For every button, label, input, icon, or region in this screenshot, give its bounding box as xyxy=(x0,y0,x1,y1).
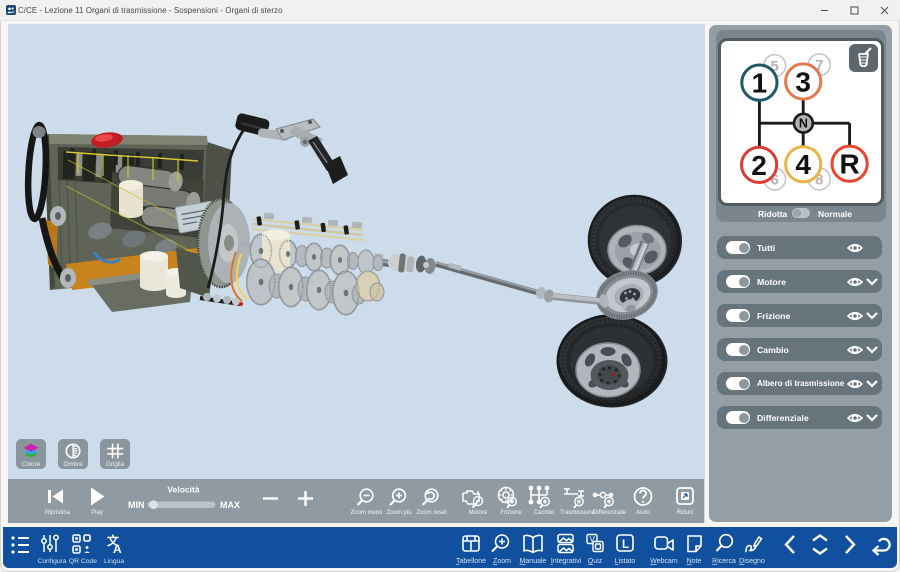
svg-text:Zoom: Zoom xyxy=(493,558,511,565)
svg-text:MAX: MAX xyxy=(220,500,240,510)
svg-text:Disegno: Disegno xyxy=(739,558,765,565)
svg-text:R: R xyxy=(839,149,859,180)
svg-text:Configura: Configura xyxy=(38,558,67,565)
svg-text:Note: Note xyxy=(687,558,702,565)
svg-text:Webcam: Webcam xyxy=(650,558,678,565)
svg-text:Quiz: Quiz xyxy=(588,558,603,565)
svg-text:4: 4 xyxy=(795,149,811,180)
svg-text:Manuale: Manuale xyxy=(520,558,547,565)
svg-text:Velocità: Velocità xyxy=(167,484,199,494)
svg-text:QR Code: QR Code xyxy=(69,558,97,565)
svg-text:N: N xyxy=(799,117,808,131)
svg-text:Listato: Listato xyxy=(615,558,636,565)
svg-text:Integrativi: Integrativi xyxy=(551,558,582,565)
svg-text:2: 2 xyxy=(751,150,767,181)
svg-text:Ricerca: Ricerca xyxy=(712,558,736,565)
svg-text:L: L xyxy=(622,539,629,551)
svg-text:1: 1 xyxy=(752,68,768,99)
svg-text:3: 3 xyxy=(795,66,811,97)
svg-text:Lingua: Lingua xyxy=(104,558,124,565)
svg-text:Tabellone: Tabellone xyxy=(456,558,486,565)
svg-text:MIN: MIN xyxy=(128,500,145,510)
svg-text:A: A xyxy=(113,542,122,556)
